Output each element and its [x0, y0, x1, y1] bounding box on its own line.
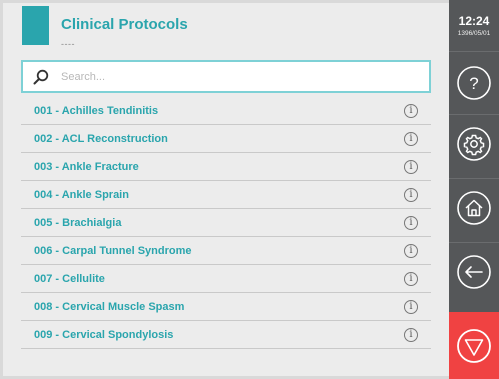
list-item-label: 004 - Ankle Sprain — [34, 188, 129, 201]
header-accent-bar — [22, 6, 49, 45]
sidebar-divider — [449, 242, 499, 243]
list-item-label: 007 - Cellulite — [34, 272, 105, 285]
info-icon[interactable]: i — [404, 215, 418, 230]
page-title: Clinical Protocols — [61, 16, 188, 33]
sidebar-divider — [449, 178, 499, 179]
info-icon[interactable]: i — [404, 327, 418, 342]
sidebar-divider — [449, 114, 499, 115]
info-icon[interactable]: i — [404, 271, 418, 286]
info-icon[interactable]: i — [404, 159, 418, 174]
list-item-label: 008 - Cervical Muscle Spasm — [34, 300, 185, 313]
sidebar-divider — [449, 51, 499, 52]
main-panel: Clinical Protocols ---- 001 - Achilles T… — [3, 3, 449, 376]
back-icon — [457, 255, 491, 289]
clock-date: 1396/05/01 — [457, 30, 491, 37]
home-icon — [457, 191, 491, 225]
search-icon — [33, 69, 49, 84]
sidebar: 12:24 1396/05/01 ? — [449, 0, 499, 379]
search-box[interactable] — [21, 60, 431, 93]
list-item-label: 003 - Ankle Fracture — [34, 160, 139, 173]
info-icon[interactable]: i — [404, 299, 418, 314]
list-item[interactable]: 006 - Carpal Tunnel Syndrome i — [21, 237, 431, 265]
info-icon[interactable]: i — [404, 131, 418, 146]
list-item[interactable]: 008 - Cervical Muscle Spasm i — [21, 293, 431, 321]
list-item-label: 001 - Achilles Tendinitis — [34, 104, 159, 117]
list-item[interactable]: 004 - Ankle Sprain i — [21, 181, 431, 209]
list-item-label: 006 - Carpal Tunnel Syndrome — [34, 244, 192, 257]
svg-text:?: ? — [469, 74, 478, 93]
help-button[interactable]: ? — [454, 63, 494, 103]
list-item[interactable]: 005 - Brachialgia i — [21, 209, 431, 237]
page-subtitle: ---- — [61, 39, 75, 49]
stop-icon — [457, 328, 491, 363]
help-icon: ? — [457, 66, 491, 100]
info-icon[interactable]: i — [404, 103, 418, 118]
stop-button[interactable] — [449, 312, 499, 379]
list-item-label: 009 - Cervical Spondylosis — [34, 328, 174, 341]
list-item[interactable]: 007 - Cellulite i — [21, 265, 431, 293]
clock-time: 12:24 — [458, 14, 490, 28]
search-input[interactable] — [59, 69, 393, 84]
home-button[interactable] — [454, 188, 494, 228]
list-item[interactable]: 002 - ACL Reconstruction i — [21, 125, 431, 153]
settings-button[interactable] — [454, 124, 494, 164]
protocol-list: 001 - Achilles Tendinitis i 002 - ACL Re… — [21, 97, 431, 349]
list-item[interactable]: 001 - Achilles Tendinitis i — [21, 97, 431, 125]
info-icon[interactable]: i — [404, 243, 418, 258]
list-item-label: 002 - ACL Reconstruction — [34, 132, 168, 145]
list-item[interactable]: 003 - Ankle Fracture i — [21, 153, 431, 181]
list-item-label: 005 - Brachialgia — [34, 216, 122, 229]
list-item[interactable]: 009 - Cervical Spondylosis i — [21, 321, 431, 349]
info-icon[interactable]: i — [404, 187, 418, 202]
back-button[interactable] — [454, 252, 494, 292]
settings-icon — [457, 127, 491, 161]
